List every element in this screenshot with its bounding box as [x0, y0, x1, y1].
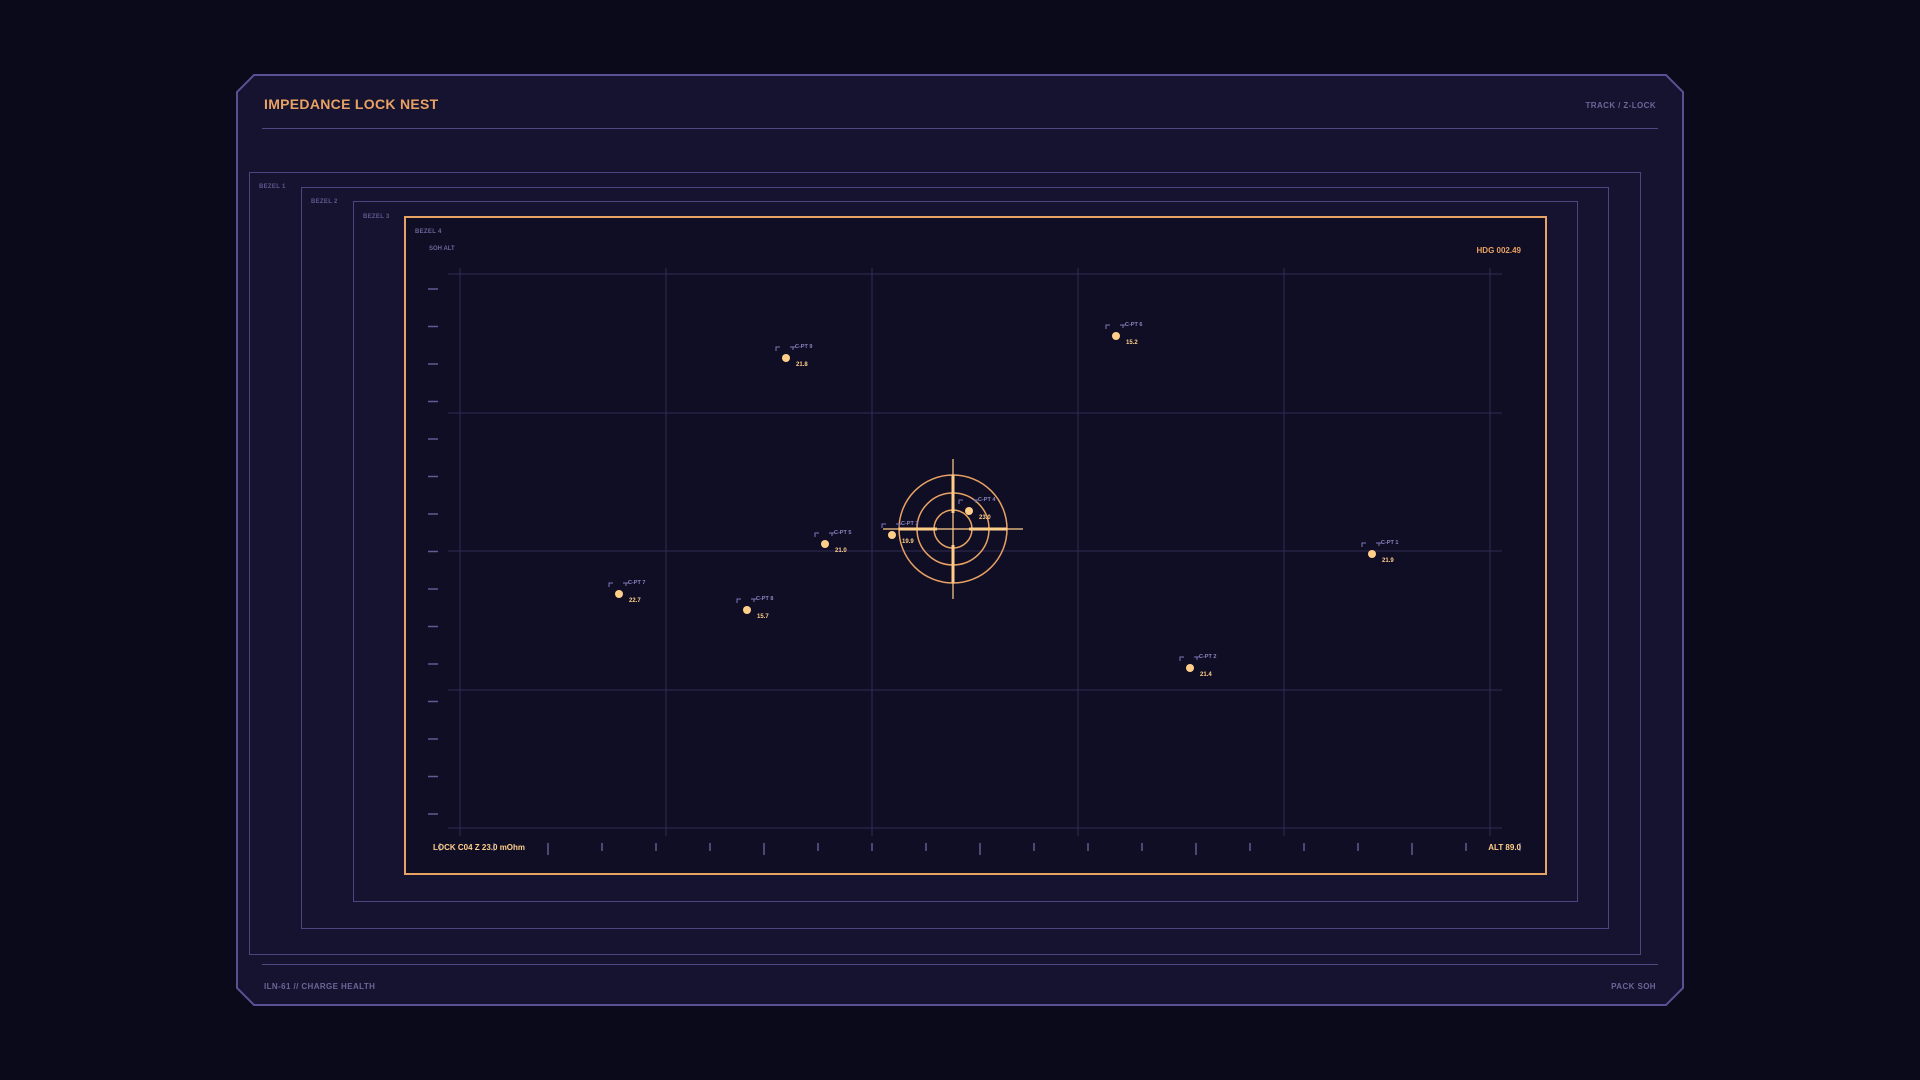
target-dot[interactable]: [1186, 664, 1194, 672]
target-7[interactable]: C-PT 7 22.7: [608, 580, 645, 604]
target-dot[interactable]: [888, 531, 896, 539]
altitude-readout: ALT 89.0: [1488, 843, 1521, 852]
target-dot[interactable]: [1368, 550, 1376, 558]
target-9[interactable]: C-PT 9 21.8: [775, 344, 812, 368]
target-bracket: [881, 523, 886, 528]
page-title: IMPEDANCE LOCK NEST: [264, 96, 439, 112]
radar-grid: [448, 268, 1502, 836]
target-value: 21.0: [835, 548, 847, 554]
target-dot[interactable]: [615, 590, 623, 598]
target-bracket: [958, 499, 963, 504]
target-bracket: [1105, 324, 1110, 329]
footer-right-label: PACK SOH: [1611, 982, 1656, 991]
target-bracket: [1179, 656, 1184, 661]
target-bracket: [814, 532, 819, 537]
target-1[interactable]: C-PT 1 21.9: [1361, 540, 1398, 564]
target-label: C-PT 2: [1199, 654, 1216, 660]
footer-divider: [262, 964, 1658, 965]
header-divider: [262, 128, 1658, 129]
target-2[interactable]: C-PT 2 21.4: [1179, 654, 1216, 678]
target-bracket: [736, 598, 741, 603]
breadcrumb[interactable]: TRACK / Z-LOCK: [1586, 101, 1656, 110]
target-label: C-PT 9: [795, 344, 812, 350]
target-6[interactable]: C-PT 6 15.2: [1105, 322, 1142, 346]
lock-reticle: [883, 459, 1023, 599]
target-dot[interactable]: [965, 507, 973, 515]
target-dot[interactable]: [782, 354, 790, 362]
bezel-3-label: BEZEL 3: [363, 214, 390, 220]
bezel-1-label: BEZEL 1: [259, 184, 286, 190]
target-value: 15.7: [757, 614, 769, 620]
target-bracket: [608, 582, 613, 587]
target-label: C-PT 4: [978, 497, 996, 503]
heading-readout: HDG 002.49: [1476, 246, 1521, 255]
target-label: C-PT 5: [834, 530, 851, 536]
target-label: C-PT 8: [756, 596, 773, 602]
target-4[interactable]: C-PT 4 23.0: [958, 497, 996, 521]
target-bracket: [1361, 542, 1366, 547]
footer-left-label: ILN-61 // CHARGE HEALTH: [264, 982, 376, 991]
radar-ticks: [428, 288, 1521, 855]
hud-corner-label: SOH ALT: [429, 246, 455, 252]
target-label: C-PT 3: [901, 521, 918, 527]
target-bracket: [775, 346, 780, 351]
target-dot[interactable]: [821, 540, 829, 548]
target-layer[interactable]: C-PT 1 21.9 C-PT 2 21.4 C-PT 3 19.9 C-PT 4 23.0…: [608, 322, 1398, 678]
radar-display[interactable]: C-PT 1 21.9 C-PT 2 21.4 C-PT 3 19.9 C-PT 4 23.0…: [404, 216, 1547, 875]
target-value: 23.0: [979, 515, 991, 521]
target-value: 21.8: [796, 362, 808, 368]
target-value: 21.9: [1382, 558, 1394, 564]
target-dot[interactable]: [743, 606, 751, 614]
target-5[interactable]: C-PT 5 21.0: [814, 530, 851, 554]
target-value: 21.4: [1200, 672, 1212, 678]
target-8[interactable]: C-PT 8 15.7: [736, 596, 773, 620]
target-label: C-PT 1: [1381, 540, 1398, 546]
target-value: 19.9: [902, 539, 914, 545]
lock-status-readout: LOCK C04 Z 23.0 mOhm: [433, 843, 526, 852]
bezel-2-label: BEZEL 2: [311, 199, 338, 205]
target-label: C-PT 6: [1125, 322, 1142, 328]
target-label: C-PT 7: [628, 580, 645, 586]
target-value: 15.2: [1126, 340, 1138, 346]
target-value: 22.7: [629, 598, 641, 604]
target-dot[interactable]: [1112, 332, 1120, 340]
